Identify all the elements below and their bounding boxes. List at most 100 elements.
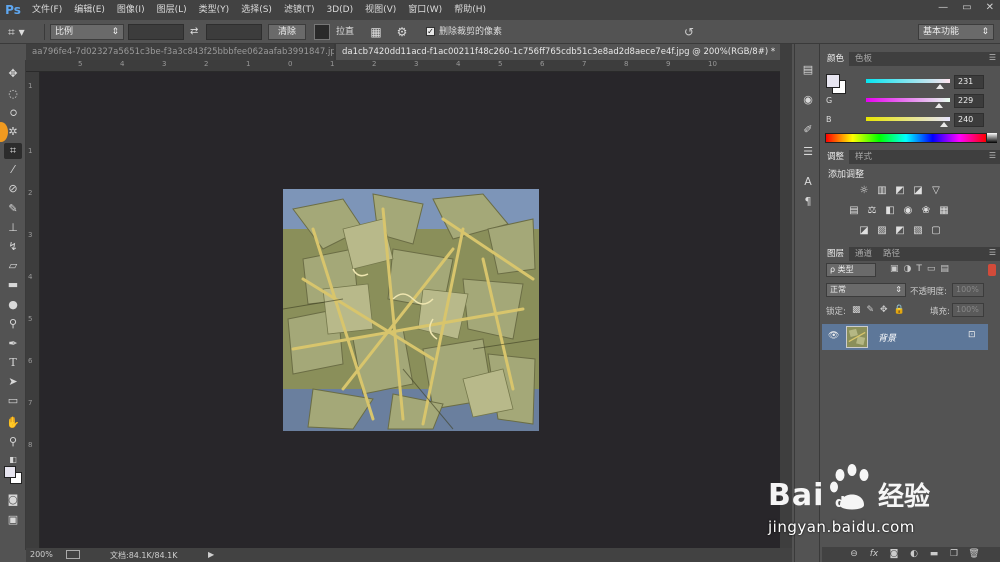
group-icon[interactable]: ▬ — [928, 548, 940, 560]
menu-filter[interactable]: 滤镜(T) — [278, 0, 321, 20]
red-slider-thumb[interactable] — [936, 84, 944, 89]
lasso-tool-icon[interactable]: ഠ — [4, 105, 22, 121]
paragraph-panel-icon[interactable]: ¶ — [800, 194, 816, 210]
tab-document-1[interactable]: aa796fe4-7d02327a5651c3be-f3a3c843f25bbb… — [26, 44, 334, 60]
type-tool-icon[interactable]: T — [4, 355, 22, 371]
trash-icon[interactable]: 🗑 — [968, 548, 980, 560]
layer-name[interactable]: 背景 — [878, 331, 896, 344]
quick-mask-icon[interactable]: ◙ — [4, 492, 22, 508]
green-slider-thumb[interactable] — [935, 103, 943, 108]
tab-swatches[interactable]: 色板 — [850, 52, 877, 66]
hue-saturation-icon[interactable]: ▤ — [848, 205, 860, 216]
clone-stamp-icon[interactable]: ⊥ — [4, 220, 22, 236]
exposure-icon[interactable]: ◪ — [912, 185, 924, 196]
foreground-color-swatch[interactable] — [4, 466, 16, 478]
fx-icon[interactable]: fx — [868, 548, 880, 560]
bw-ramp[interactable] — [987, 133, 997, 143]
swap-icon[interactable]: ⇄ — [190, 24, 202, 40]
black-white-icon[interactable]: ◧ — [884, 205, 896, 216]
height-input[interactable] — [206, 24, 262, 40]
curves-icon[interactable]: ◩ — [894, 185, 906, 196]
tab-color[interactable]: 颜色 — [822, 52, 850, 66]
opacity-input[interactable]: 100% — [952, 283, 984, 297]
panel-menu-icon[interactable]: ☰ — [989, 53, 996, 62]
crop-tool-preset-icon[interactable]: ⌗ ▾ — [8, 24, 38, 40]
selective-color-icon[interactable]: ▢ — [930, 225, 942, 236]
grid-overlay-icon[interactable]: ▦ — [368, 24, 384, 40]
gear-icon[interactable]: ⚙ — [394, 24, 410, 40]
mask-icon[interactable]: ◙ — [888, 548, 900, 560]
green-slider[interactable] — [866, 98, 950, 102]
eyedropper-icon[interactable]: ⁄ — [4, 162, 22, 178]
posterize-icon[interactable]: ▨ — [876, 225, 888, 236]
history-brush-icon[interactable]: ↯ — [4, 239, 22, 255]
status-icon[interactable] — [66, 550, 80, 559]
panel-menu-icon[interactable]: ☰ — [989, 151, 996, 160]
vibrance-icon[interactable]: ▽ — [930, 185, 942, 196]
minimize-button[interactable]: — — [938, 2, 948, 13]
dodge-tool-icon[interactable]: ⚲ — [4, 316, 22, 332]
rectangle-tool-icon[interactable]: ▭ — [4, 393, 22, 409]
marquee-tool-icon[interactable]: ◌ — [4, 86, 22, 102]
brush-tool-icon[interactable]: ✎ — [4, 201, 22, 217]
straighten-icon[interactable] — [314, 24, 330, 40]
filter-toggle[interactable] — [988, 264, 996, 276]
brush-presets-icon[interactable]: ☰ — [800, 144, 816, 160]
blend-mode-select[interactable]: 正常 ⇕ — [826, 283, 906, 297]
brightness-contrast-icon[interactable]: ☼ — [858, 185, 870, 196]
levels-icon[interactable]: ▥ — [876, 185, 888, 196]
zoom-tool-icon[interactable]: ⚲ — [4, 434, 22, 450]
brush-panel-icon[interactable]: ✐ — [800, 122, 816, 138]
color-lookup-icon[interactable]: ▦ — [938, 205, 950, 216]
menu-image[interactable]: 图像(I) — [111, 0, 151, 20]
gradient-tool-icon[interactable]: ▬ — [4, 277, 22, 293]
clear-button[interactable]: 清除 — [268, 24, 306, 40]
crop-tool-icon[interactable]: ⌗ — [4, 143, 22, 159]
new-layer-icon[interactable]: ❐ — [948, 548, 960, 560]
blur-tool-icon[interactable]: ● — [4, 297, 22, 313]
tab-paths[interactable]: 路径 — [878, 247, 905, 261]
history-panel-icon[interactable]: ▤ — [800, 62, 816, 78]
healing-brush-icon[interactable]: ⊘ — [4, 181, 22, 197]
status-menu-arrow-icon[interactable]: ▶ — [208, 550, 214, 559]
move-tool-icon[interactable]: ✥ — [4, 66, 22, 82]
color-balance-icon[interactable]: ⚖ — [866, 205, 878, 216]
path-selection-icon[interactable]: ➤ — [4, 374, 22, 390]
vertical-scrollbar[interactable] — [780, 44, 792, 548]
delete-cropped-checkbox[interactable]: ✓ 删除裁剪的像素 — [426, 24, 546, 40]
pen-tool-icon[interactable]: ✒ — [4, 336, 22, 352]
reset-icon[interactable]: ↺ — [684, 24, 700, 40]
color-spectrum-bar[interactable] — [825, 133, 987, 143]
lock-icons[interactable]: ▩✎✥🔒 — [852, 305, 911, 315]
menu-file[interactable]: 文件(F) — [26, 0, 68, 20]
tab-channels[interactable]: 通道 — [850, 247, 877, 261]
tab-layers[interactable]: 图层 — [822, 247, 850, 261]
screen-mode-icon[interactable]: ▣ — [4, 512, 22, 528]
fill-input[interactable]: 100% — [952, 303, 984, 317]
red-value-input[interactable]: 231 — [954, 75, 984, 89]
menu-type[interactable]: 类型(Y) — [193, 0, 236, 20]
gradient-map-icon[interactable]: ▧ — [912, 225, 924, 236]
blue-slider[interactable] — [866, 117, 950, 121]
layer-row-background[interactable]: 👁 背景 ⊡ — [822, 324, 988, 350]
layer-kind-filter[interactable]: ρ 类型 — [826, 263, 876, 277]
character-panel-icon[interactable]: A — [800, 174, 816, 190]
eraser-tool-icon[interactable]: ▱ — [4, 258, 22, 274]
menu-edit[interactable]: 编辑(E) — [68, 0, 111, 20]
blue-slider-thumb[interactable] — [940, 122, 948, 127]
menu-help[interactable]: 帮助(H) — [448, 0, 492, 20]
adjustment-icon[interactable]: ◐ — [908, 548, 920, 560]
eye-icon[interactable]: 👁 — [828, 331, 839, 341]
photo-filter-icon[interactable]: ◉ — [902, 205, 914, 216]
width-input[interactable] — [128, 24, 184, 40]
tab-document-2[interactable]: da1cb7420dd11acd-f1ac00211f48c260-1c756f… — [336, 44, 780, 60]
tab-adjustments[interactable]: 调整 — [822, 150, 850, 164]
panel-menu-icon[interactable]: ☰ — [989, 248, 996, 257]
hand-tool-icon[interactable]: ✋ — [4, 415, 22, 431]
herb-photo[interactable] — [283, 189, 539, 431]
zoom-level[interactable]: 200% — [30, 550, 53, 559]
channel-mixer-icon[interactable]: ❀ — [920, 205, 932, 216]
layer-filter-icons[interactable]: ▣◑T▭▤ — [890, 264, 954, 274]
blue-value-input[interactable]: 240 — [954, 113, 984, 127]
invert-icon[interactable]: ◪ — [858, 225, 870, 236]
